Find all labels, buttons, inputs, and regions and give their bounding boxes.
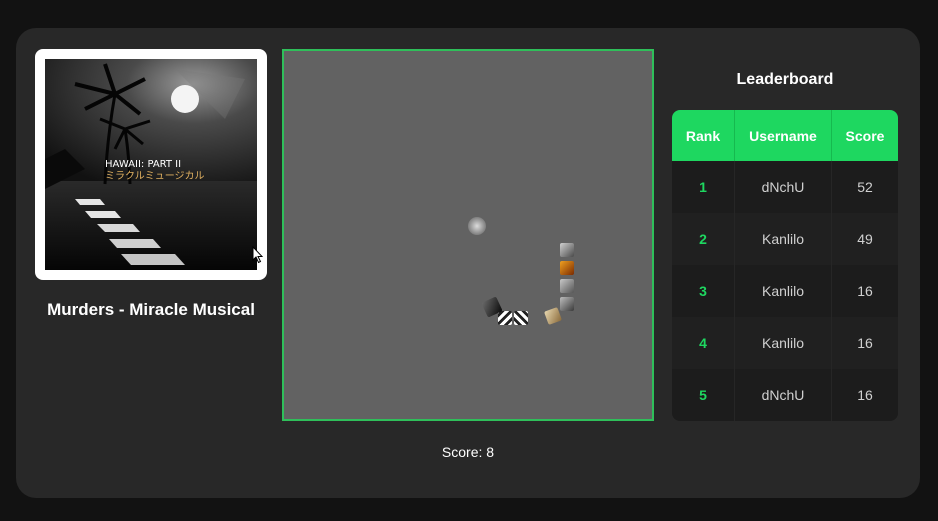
album-art-text-line2: ミラクルミュージカル [105,170,205,182]
album-cover-image: HAWAII: PART II ミラクルミュージカル [45,59,257,270]
row-username: Kanlilo [734,317,832,369]
row-username: Kanlilo [734,265,832,317]
game-panel: HAWAII: PART II ミラクルミュージカル Murders - Mir… [16,28,920,498]
snake-segment [560,261,574,275]
album-art-text-line1: HAWAII: PART II [105,159,181,170]
row-rank: 5 [672,369,735,421]
row-rank: 3 [672,265,735,317]
header-username: Username [734,110,832,161]
leaderboard-row: 4 Kanlilo 16 [672,317,898,369]
leaderboard-row: 1 dNchU 52 [672,161,898,213]
leaderboard-row: 3 Kanlilo 16 [672,265,898,317]
row-username: dNchU [734,161,832,213]
row-score: 49 [831,213,898,265]
row-score: 16 [831,317,898,369]
snake-segment [560,279,574,293]
snake-segment [560,297,574,311]
leaderboard-title: Leaderboard [736,71,834,88]
row-username: Kanlilo [734,213,832,265]
row-score: 52 [831,161,898,213]
leaderboard-table: Rank Username Score 1 dNchU 52 2 Kanlilo… [672,110,898,421]
row-rank: 2 [672,213,735,265]
header-score: Score [831,110,898,161]
score-display: Score: 8 [441,444,495,460]
row-score: 16 [831,265,898,317]
album-cover-frame: HAWAII: PART II ミラクルミュージカル [35,49,267,280]
row-rank: 1 [672,161,735,213]
game-board[interactable] [282,49,654,421]
leaderboard-header-row: Rank Username Score [672,110,898,161]
snake-segment [514,311,528,325]
snake-segment [498,311,512,325]
row-rank: 4 [672,317,735,369]
mouse-cursor-icon [252,246,264,264]
row-username: dNchU [734,369,832,421]
snake-segment [530,311,544,325]
snake-segment [560,243,574,257]
food-item [468,217,486,235]
leaderboard-row: 5 dNchU 16 [672,369,898,421]
leaderboard-row: 2 Kanlilo 49 [672,213,898,265]
row-score: 16 [831,369,898,421]
header-rank: Rank [672,110,735,161]
song-title: Murders - Miracle Musical [47,300,255,319]
